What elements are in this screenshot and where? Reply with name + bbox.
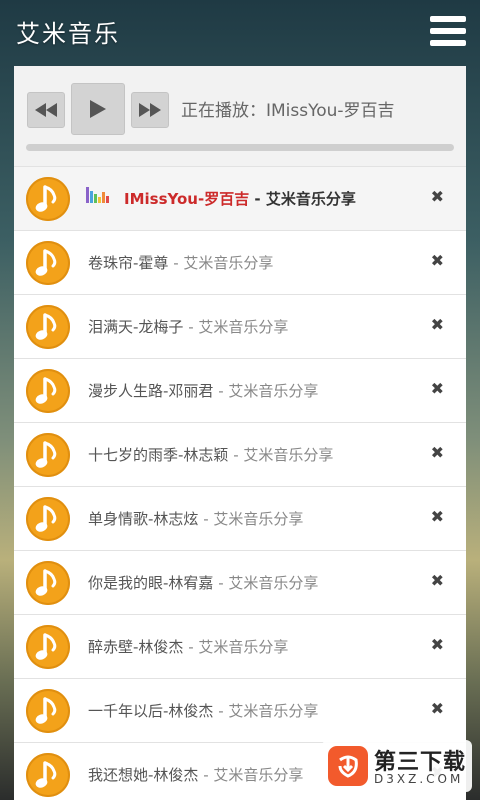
song-separator: -: [183, 318, 199, 336]
music-note-icon: [26, 241, 70, 285]
watermark-domain: D3XZ.COM: [374, 772, 464, 786]
song-title: 漫步人生路-邓丽君: [88, 382, 214, 400]
next-button[interactable]: [131, 92, 169, 128]
song-source-tag: 艾米音乐分享: [213, 510, 304, 528]
song-title: IMissYou-罗百吉: [124, 190, 250, 208]
song-title: 我还想她-林俊杰: [88, 766, 199, 784]
song-label: 我还想她-林俊杰 - 艾米音乐分享: [88, 764, 303, 785]
remove-song-button[interactable]: ✖: [431, 699, 444, 718]
music-note-icon: [26, 433, 70, 477]
playlist-row[interactable]: 漫步人生路-邓丽君 - 艾米音乐分享 ✖: [14, 358, 466, 422]
equalizer-bar: [86, 187, 89, 203]
song-label: 漫步人生路-邓丽君 - 艾米音乐分享: [88, 380, 318, 401]
music-note-icon: [26, 561, 70, 605]
equalizer-icon: [86, 185, 112, 203]
song-separator: -: [168, 254, 184, 272]
player-controls: 正在播放：IMissYou-罗百吉: [14, 66, 466, 166]
remove-song-button[interactable]: ✖: [431, 379, 444, 398]
remove-song-button[interactable]: ✖: [431, 251, 444, 270]
song-source-tag: 艾米音乐分享: [228, 382, 319, 400]
play-icon: [90, 100, 106, 118]
playlist-row[interactable]: IMissYou-罗百吉 - 艾米音乐分享 ✖: [14, 166, 466, 230]
playlist-row[interactable]: 一千年以后-林俊杰 - 艾米音乐分享 ✖: [14, 678, 466, 742]
equalizer-bar: [98, 197, 101, 203]
remove-song-button[interactable]: ✖: [431, 635, 444, 654]
song-separator: -: [198, 510, 214, 528]
music-note-icon: [26, 497, 70, 541]
equalizer-bar: [94, 194, 97, 203]
playlist-row[interactable]: 单身情歌-林志炫 - 艾米音乐分享 ✖: [14, 486, 466, 550]
playlist-row[interactable]: 十七岁的雨季-林志颖 - 艾米音乐分享 ✖: [14, 422, 466, 486]
song-title: 泪满天-龙梅子: [88, 318, 184, 336]
song-title: 单身情歌-林志炫: [88, 510, 199, 528]
play-button[interactable]: [71, 83, 125, 135]
song-label: 十七岁的雨季-林志颖 - 艾米音乐分享: [88, 444, 333, 465]
song-separator: -: [183, 638, 199, 656]
player-card: 正在播放：IMissYou-罗百吉 IMissYou-罗百吉 - 艾米音乐分享 ✖…: [14, 66, 466, 800]
menu-bar: [430, 28, 466, 34]
progress-bar[interactable]: [26, 144, 454, 151]
song-source-tag: 艾米音乐分享: [198, 638, 289, 656]
playlist-row[interactable]: 醉赤壁-林俊杰 - 艾米音乐分享 ✖: [14, 614, 466, 678]
song-title: 十七岁的雨季-林志颖: [88, 446, 229, 464]
equalizer-bar: [106, 196, 109, 203]
song-separator: -: [213, 702, 229, 720]
rewind-icon: [35, 103, 57, 117]
fast-forward-icon: [139, 103, 161, 117]
song-title: 一千年以后-林俊杰: [88, 702, 214, 720]
song-separator: -: [228, 446, 244, 464]
equalizer-bar: [90, 191, 93, 203]
menu-bar: [430, 16, 466, 22]
song-source-tag: 艾米音乐分享: [228, 574, 319, 592]
music-note-icon: [26, 177, 70, 221]
remove-song-button[interactable]: ✖: [431, 571, 444, 590]
song-title: 卷珠帘-霍尊: [88, 254, 169, 272]
music-note-icon: [26, 305, 70, 349]
music-note-icon: [26, 369, 70, 413]
song-source-tag: 艾米音乐分享: [243, 446, 334, 464]
song-source-tag: 艾米音乐分享: [183, 254, 274, 272]
playlist: IMissYou-罗百吉 - 艾米音乐分享 ✖ 卷珠帘-霍尊 - 艾米音乐分享 ✖ 泪满…: [14, 166, 466, 800]
playlist-row[interactable]: 泪满天-龙梅子 - 艾米音乐分享 ✖: [14, 294, 466, 358]
song-source-tag: 艾米音乐分享: [213, 766, 304, 784]
music-note-icon: [26, 689, 70, 733]
remove-song-button[interactable]: ✖: [431, 443, 444, 462]
song-title: 醉赤壁-林俊杰: [88, 638, 184, 656]
song-label: 一千年以后-林俊杰 - 艾米音乐分享: [88, 700, 318, 721]
hamburger-menu-icon[interactable]: [430, 16, 466, 46]
remove-song-button[interactable]: ✖: [431, 315, 444, 334]
song-source-tag: 艾米音乐分享: [228, 702, 319, 720]
app-header: 艾米音乐: [0, 0, 480, 64]
app-title: 艾米音乐: [16, 20, 120, 48]
remove-song-button[interactable]: ✖: [431, 187, 444, 206]
song-label: IMissYou-罗百吉 - 艾米音乐分享: [124, 188, 356, 209]
song-separator: -: [249, 190, 266, 208]
song-separator: -: [198, 766, 214, 784]
song-separator: -: [213, 574, 229, 592]
playlist-row[interactable]: 你是我的眼-林宥嘉 - 艾米音乐分享 ✖: [14, 550, 466, 614]
equalizer-bar: [102, 192, 105, 203]
now-playing-label: 正在播放：IMissYou-罗百吉: [181, 101, 395, 121]
previous-button[interactable]: [27, 92, 65, 128]
watermark: 第三下载 D3XZ.COM: [322, 740, 472, 792]
song-source-tag: 艾米音乐分享: [265, 190, 356, 208]
song-label: 泪满天-龙梅子 - 艾米音乐分享: [88, 316, 288, 337]
music-note-icon: [26, 753, 70, 797]
song-label: 醉赤壁-林俊杰 - 艾米音乐分享: [88, 636, 288, 657]
song-label: 单身情歌-林志炫 - 艾米音乐分享: [88, 508, 303, 529]
remove-song-button[interactable]: ✖: [431, 507, 444, 526]
music-note-icon: [26, 625, 70, 669]
song-title: 你是我的眼-林宥嘉: [88, 574, 214, 592]
menu-bar: [430, 40, 466, 46]
song-label: 你是我的眼-林宥嘉 - 艾米音乐分享: [88, 572, 318, 593]
song-separator: -: [213, 382, 229, 400]
song-label: 卷珠帘-霍尊 - 艾米音乐分享: [88, 252, 273, 273]
watermark-logo-icon: [328, 746, 368, 786]
playlist-row[interactable]: 卷珠帘-霍尊 - 艾米音乐分享 ✖: [14, 230, 466, 294]
song-source-tag: 艾米音乐分享: [198, 318, 289, 336]
